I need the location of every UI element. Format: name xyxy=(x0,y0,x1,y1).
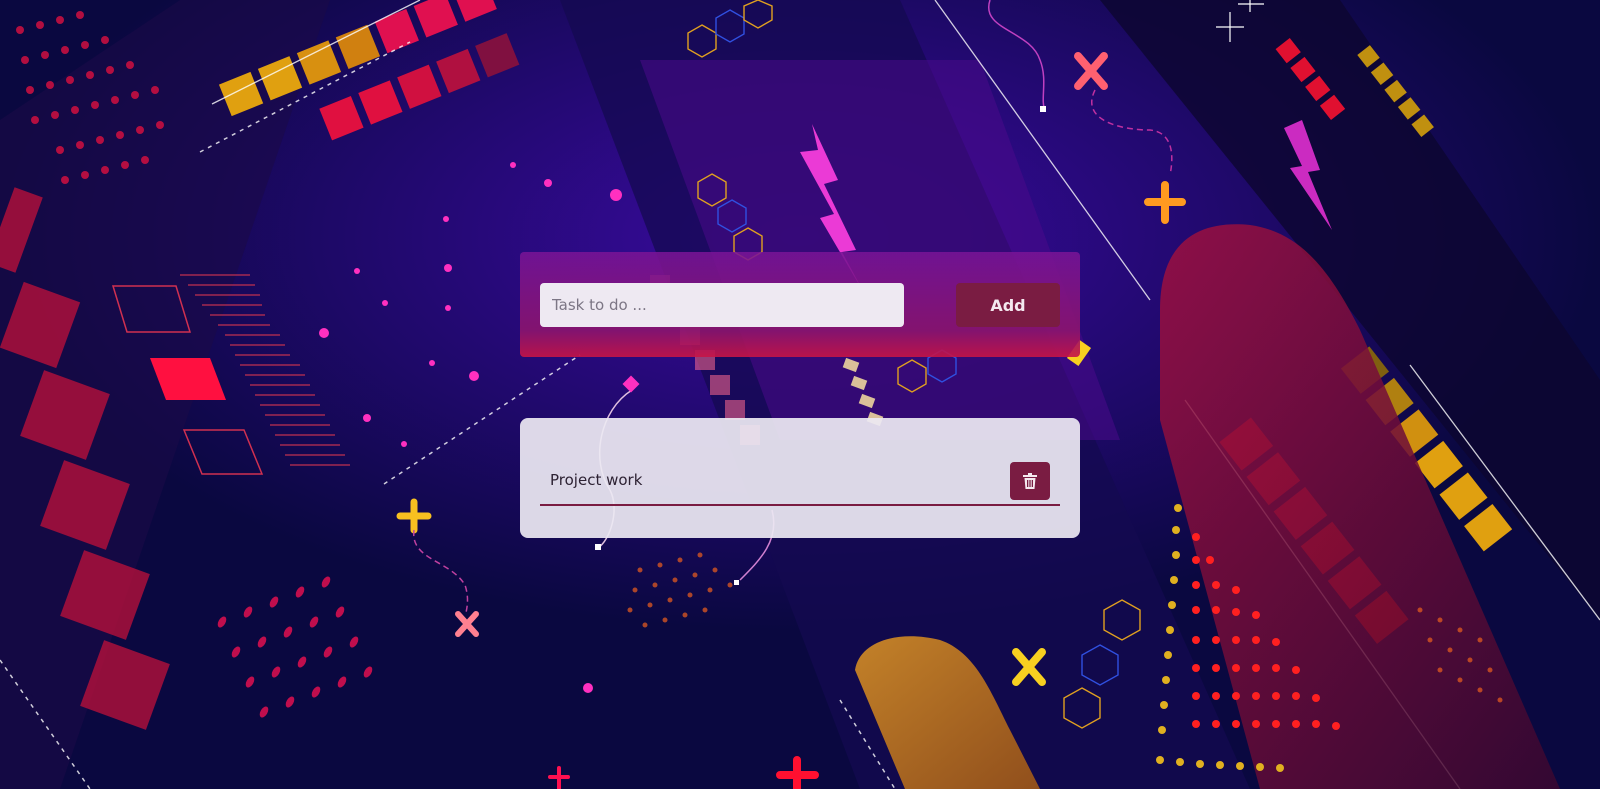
decorative-background xyxy=(0,0,1600,789)
add-button[interactable]: Add xyxy=(956,283,1060,327)
todo-text: Project work xyxy=(550,471,643,489)
delete-button[interactable] xyxy=(1010,462,1050,500)
new-task-panel: Add xyxy=(520,252,1080,357)
trash-icon xyxy=(1023,473,1037,489)
list-item: Project work xyxy=(540,462,1060,506)
task-input[interactable] xyxy=(540,283,904,327)
todo-list: Project work xyxy=(520,418,1080,538)
